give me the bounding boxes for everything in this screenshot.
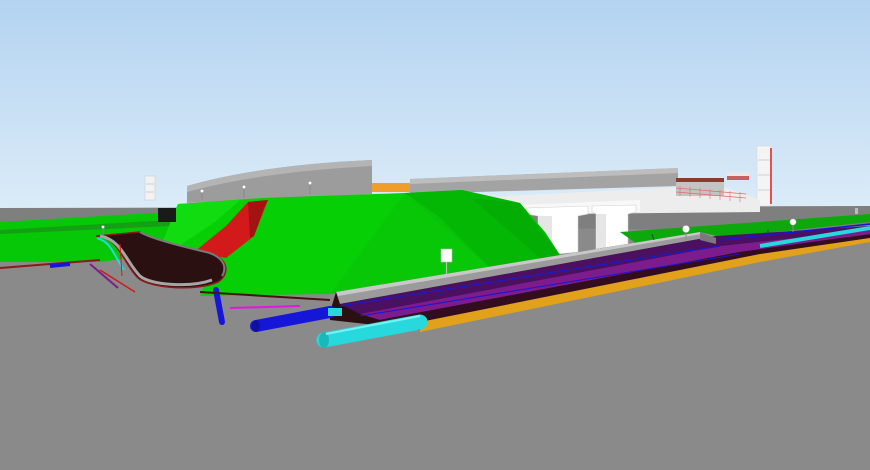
scene-canvas[interactable]: [0, 0, 870, 470]
building-icon: [144, 175, 156, 201]
marker: [855, 208, 858, 214]
retaining-block: [158, 208, 176, 222]
cyan-box: [328, 308, 342, 316]
model-viewport[interactable]: [0, 0, 870, 470]
building-icon: [756, 145, 772, 207]
utility-line: [49, 262, 71, 268]
blue-pipe-end: [252, 320, 260, 332]
